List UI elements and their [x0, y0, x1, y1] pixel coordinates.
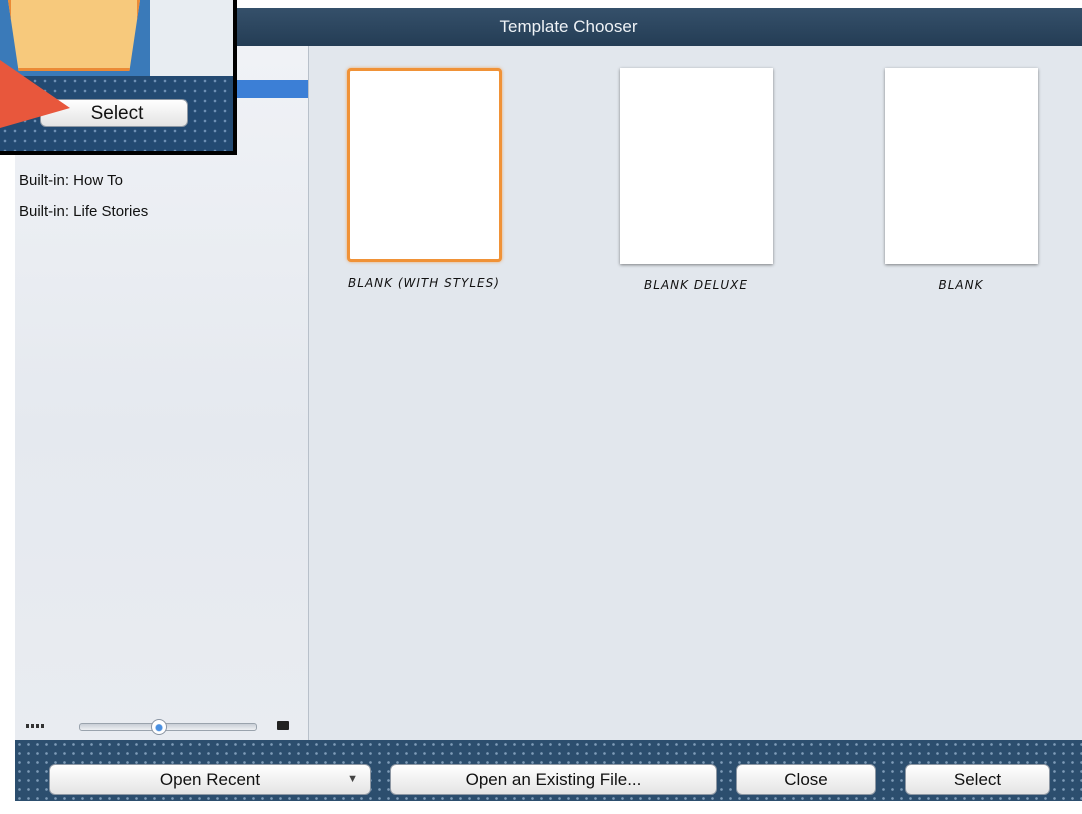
template-grid: BLANK (WITH STYLES) BLANK DELUXE BLANK — [309, 46, 1082, 740]
template-label: BLANK — [938, 278, 984, 292]
large-thumbnails-icon — [277, 721, 289, 730]
button-bar: Open Recent ▼ Open an Existing File... C… — [15, 740, 1082, 801]
template-label: BLANK (WITH STYLES) — [348, 276, 500, 290]
open-recent-button[interactable]: Open Recent ▼ — [49, 764, 371, 795]
template-item-blank[interactable]: BLANK — [846, 68, 1076, 292]
template-item-blank-with-styles[interactable]: BLANK (WITH STYLES) — [309, 68, 539, 290]
template-thumbnail[interactable] — [884, 68, 1038, 264]
template-thumbnail[interactable] — [346, 68, 502, 262]
template-label: BLANK DELUXE — [644, 278, 748, 292]
inset-panel — [150, 0, 233, 76]
open-recent-label: Open Recent — [159, 770, 261, 789]
pointer-arrow-icon — [0, 60, 70, 128]
close-button[interactable]: Close — [736, 764, 876, 795]
template-item-blank-deluxe[interactable]: BLANK DELUXE — [581, 68, 811, 292]
sidebar-item-life-stories[interactable]: Built-in: Life Stories — [19, 203, 148, 220]
sidebar-item-how-to[interactable]: Built-in: How To — [19, 172, 123, 189]
slider-knob[interactable] — [151, 719, 167, 735]
template-thumbnail[interactable] — [619, 68, 773, 264]
slider-track[interactable] — [79, 723, 257, 731]
inset-content: Select — [0, 0, 233, 151]
thumbnail-size-slider — [15, 706, 308, 740]
open-existing-file-button[interactable]: Open an Existing File... — [390, 764, 717, 795]
select-button[interactable]: Select — [905, 764, 1050, 795]
dropdown-arrow-icon: ▼ — [347, 773, 358, 785]
small-thumbnails-icon — [26, 724, 44, 728]
zoomed-inset: Select — [0, 0, 237, 155]
